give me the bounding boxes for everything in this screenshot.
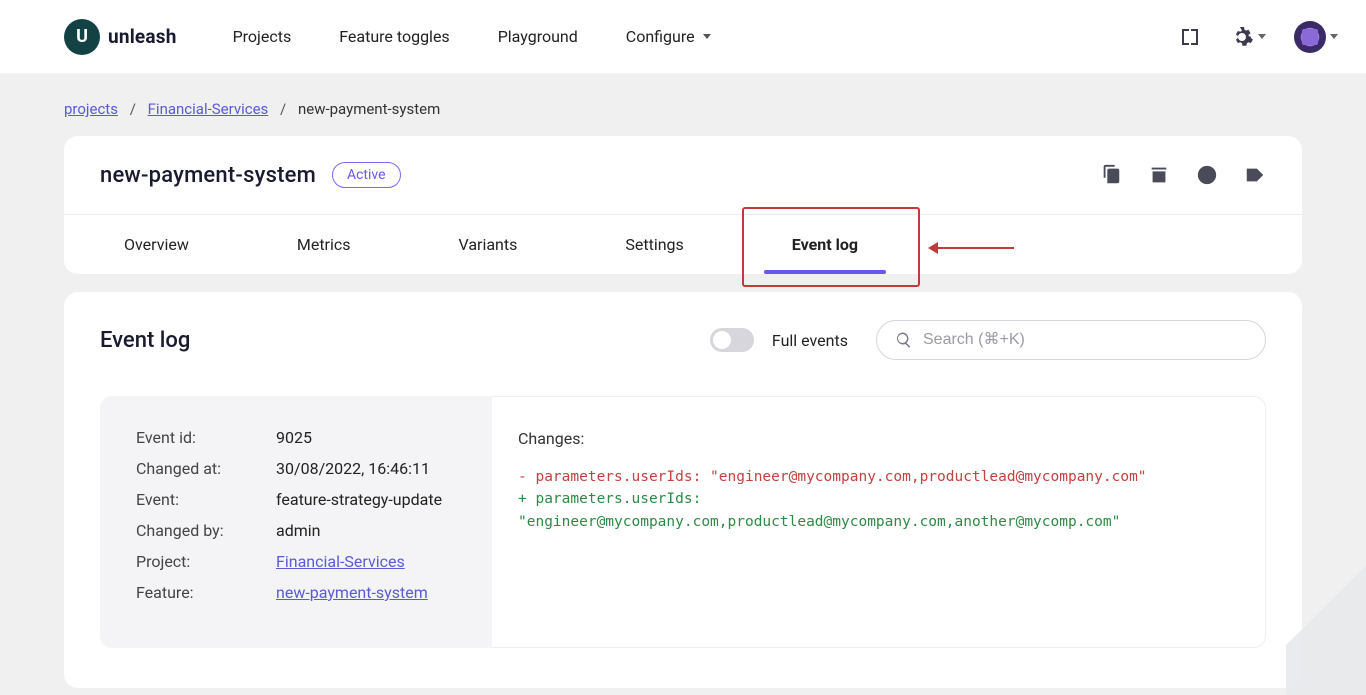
tab-metrics[interactable]: Metrics xyxy=(279,215,369,274)
gear-icon xyxy=(1230,25,1254,49)
status-badge: Active xyxy=(332,162,401,188)
feature-actions xyxy=(1100,164,1266,186)
tab-overview[interactable]: Overview xyxy=(106,215,207,274)
clock-icon[interactable] xyxy=(1196,164,1218,186)
meta-val-changed-at: 30/08/2022, 16:46:11 xyxy=(276,459,430,478)
topbar-right xyxy=(1178,21,1338,53)
meta-label-feature: Feature: xyxy=(136,583,276,602)
meta-label-event: Event: xyxy=(136,490,276,509)
crumb-feature: new-payment-system xyxy=(298,100,440,118)
crumb-project[interactable]: Financial-Services xyxy=(148,100,269,118)
diff-title: Changes: xyxy=(518,429,1239,448)
tab-settings[interactable]: Settings xyxy=(607,215,701,274)
meta-link-feature[interactable]: new-payment-system xyxy=(276,583,428,602)
nav-playground[interactable]: Playground xyxy=(498,27,578,46)
feature-card: new-payment-system Active Overview Metri… xyxy=(64,136,1302,274)
main-nav: Projects Feature toggles Playground Conf… xyxy=(233,27,711,46)
logo-mark-icon: U xyxy=(64,19,100,55)
meta-val-id: 9025 xyxy=(276,428,312,447)
search-icon xyxy=(895,331,913,349)
callout-arrow xyxy=(936,247,1014,249)
full-events-label: Full events xyxy=(772,331,848,350)
feature-tabs: Overview Metrics Variants Settings Event… xyxy=(64,214,1302,274)
feature-header: new-payment-system Active xyxy=(64,136,1302,188)
meta-link-project[interactable]: Financial-Services xyxy=(276,552,405,571)
meta-label-changed-at: Changed at: xyxy=(136,459,276,478)
logo[interactable]: U unleash xyxy=(64,19,177,55)
tab-event-log[interactable]: Event log xyxy=(774,215,876,274)
search-box[interactable] xyxy=(876,320,1266,360)
diff-removed-line: - parameters.userIds: "engineer@mycompan… xyxy=(518,466,1239,488)
tab-variants[interactable]: Variants xyxy=(441,215,536,274)
settings-menu[interactable] xyxy=(1230,25,1266,49)
event-log-card: Event log Full events Event id: 9025 Cha… xyxy=(64,292,1302,688)
meta-label-changed-by: Changed by: xyxy=(136,521,276,540)
nav-feature-toggles[interactable]: Feature toggles xyxy=(339,27,449,46)
event-entry: Event id: 9025 Changed at: 30/08/2022, 1… xyxy=(100,396,1266,648)
event-meta: Event id: 9025 Changed at: 30/08/2022, 1… xyxy=(100,396,492,648)
search-input[interactable] xyxy=(923,331,1247,349)
event-log-title: Event log xyxy=(100,328,190,353)
nav-projects[interactable]: Projects xyxy=(233,27,292,46)
topbar: U unleash Projects Feature toggles Playg… xyxy=(0,0,1366,74)
crumb-sep: / xyxy=(280,100,286,118)
meta-val-changed-by: admin xyxy=(276,521,320,540)
event-log-header: Event log Full events xyxy=(100,320,1266,360)
user-menu[interactable] xyxy=(1294,21,1338,53)
archive-icon[interactable] xyxy=(1148,164,1170,186)
logo-text: unleash xyxy=(108,25,177,48)
copy-icon[interactable] xyxy=(1100,164,1122,186)
meta-label-id: Event id: xyxy=(136,428,276,447)
meta-label-project: Project: xyxy=(136,552,276,571)
event-diff: Changes: - parameters.userIds: "engineer… xyxy=(492,396,1266,648)
nav-configure[interactable]: Configure xyxy=(626,27,711,46)
crumb-projects[interactable]: projects xyxy=(64,100,118,118)
full-events-toggle[interactable] xyxy=(710,328,754,352)
avatar xyxy=(1294,21,1326,53)
crumb-sep: / xyxy=(130,100,136,118)
tag-icon[interactable] xyxy=(1244,164,1266,186)
diff-added-line: + parameters.userIds: "engineer@mycompan… xyxy=(518,488,1239,533)
feature-name: new-payment-system xyxy=(100,163,316,188)
docs-icon[interactable] xyxy=(1178,25,1202,49)
meta-val-event: feature-strategy-update xyxy=(276,490,442,509)
breadcrumb: projects / Financial-Services / new-paym… xyxy=(0,74,1366,136)
